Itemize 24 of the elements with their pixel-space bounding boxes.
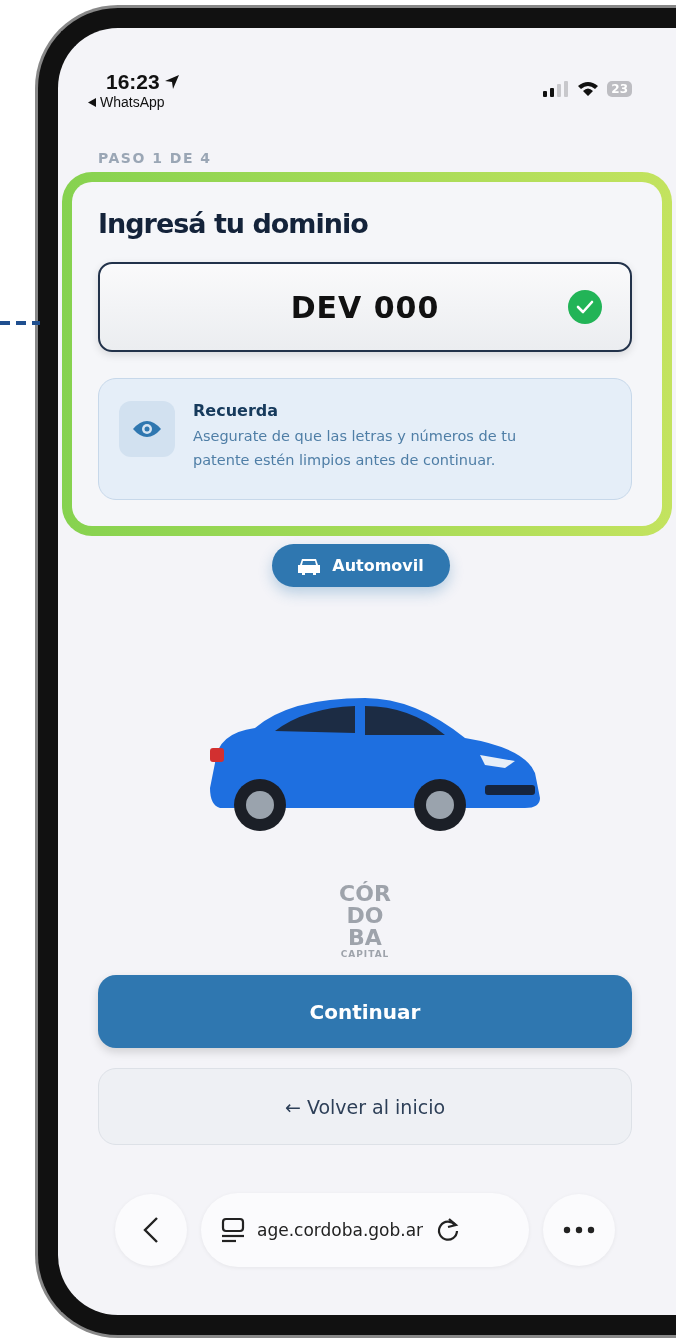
- status-time: 16:23: [106, 70, 160, 94]
- battery-indicator: 23: [607, 81, 632, 97]
- more-dots-icon: [563, 1226, 595, 1234]
- continue-button[interactable]: Continuar: [98, 975, 632, 1048]
- tip-text: Asegurate de que las letras y números de tu patente estén limpios antes de continuar.: [193, 427, 518, 470]
- page-icon: [221, 1217, 245, 1243]
- back-triangle-icon[interactable]: [88, 97, 96, 107]
- car-icon: [298, 556, 321, 575]
- tip-title: Recuerda: [193, 401, 280, 420]
- step-indicator: PASO 1 DE 4: [98, 150, 213, 166]
- plate-input-field[interactable]: DEV 000: [98, 262, 632, 352]
- back-to-app-link[interactable]: WhatsApp: [100, 94, 165, 110]
- url-text: age.cordoba.gob.ar: [257, 1220, 424, 1240]
- address-bar[interactable]: age.cordoba.gob.ar: [201, 1193, 529, 1267]
- location-arrow-icon: [163, 74, 180, 90]
- page-title: Ingresá tu dominio: [98, 208, 369, 241]
- dashed-line: [0, 321, 40, 325]
- vehicle-type-chip[interactable]: Automovil: [272, 544, 450, 587]
- back-chevron-icon: [143, 1216, 159, 1244]
- wifi-icon: [577, 81, 600, 97]
- signal-icon: [543, 81, 570, 97]
- back-home-button[interactable]: ← Volver al inicio: [98, 1068, 632, 1145]
- eye-icon: [119, 401, 175, 457]
- city-logo: CÓR DO BA CAPITAL: [338, 883, 392, 959]
